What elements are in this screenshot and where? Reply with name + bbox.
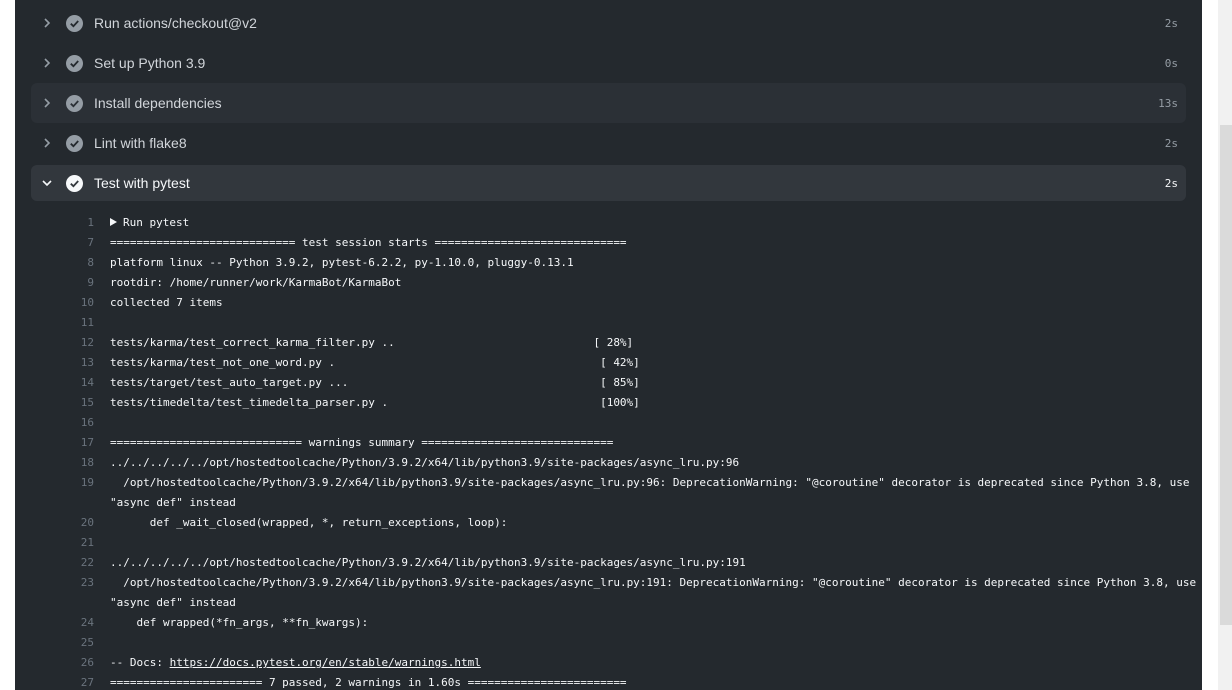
- line-number[interactable]: 10: [30, 293, 94, 313]
- check-circle-icon: [66, 14, 83, 32]
- line-number[interactable]: 16: [30, 413, 94, 433]
- line-number[interactable]: 20: [30, 513, 94, 533]
- log-line: 21: [30, 533, 1202, 553]
- step-install-dependencies[interactable]: Install dependencies 13s: [31, 83, 1186, 123]
- log-line-docs: 26 -- Docs: https://docs.pytest.org/en/s…: [30, 653, 1202, 673]
- log-text: tests/target/test_auto_target.py ... [ 8…: [110, 376, 640, 389]
- check-circle-icon: [66, 174, 83, 192]
- line-number[interactable]: 13: [30, 353, 94, 373]
- chevron-right-icon: [39, 15, 55, 31]
- check-circle-icon: [66, 54, 83, 72]
- log-text: ============================ test sessio…: [110, 236, 627, 249]
- log-line: 7 ============================ test sessi…: [30, 233, 1202, 253]
- log-text: def _wait_closed(wrapped, *, return_exce…: [110, 516, 508, 529]
- line-number[interactable]: 7: [30, 233, 94, 253]
- line-number[interactable]: 24: [30, 613, 94, 633]
- step-label: Set up Python 3.9: [94, 55, 206, 71]
- log-line: 20 def _wait_closed(wrapped, *, return_e…: [30, 513, 1202, 533]
- log-text: collected 7 items: [110, 296, 223, 309]
- chevron-right-icon: [39, 135, 55, 151]
- line-number[interactable]: 21: [30, 533, 94, 553]
- log-line: 10 collected 7 items: [30, 293, 1202, 313]
- log-line: 25: [30, 633, 1202, 653]
- log-line: 18 ../../../../../opt/hostedtoolcache/Pyt…: [30, 453, 1202, 473]
- step-lint-flake8[interactable]: Lint with flake8 2s: [31, 123, 1186, 163]
- step-duration: 2s: [1164, 16, 1178, 30]
- log-line-run[interactable]: 1 Run pytest: [30, 213, 1202, 233]
- log-text: tests/timedelta/test_timedelta_parser.py…: [110, 396, 640, 409]
- line-number[interactable]: 14: [30, 373, 94, 393]
- step-label: Install dependencies: [94, 95, 222, 111]
- page-scrollbar-thumb[interactable]: [1220, 125, 1232, 625]
- step-log-output: 1 Run pytest 7 ==========================…: [30, 213, 1202, 690]
- line-number[interactable]: 27: [30, 673, 94, 690]
- line-number[interactable]: 11: [30, 313, 94, 333]
- log-line: 9 rootdir: /home/runner/work/KarmaBot/Kar…: [30, 273, 1202, 293]
- line-number[interactable]: 23: [30, 573, 94, 613]
- line-number[interactable]: 9: [30, 273, 94, 293]
- step-duration: 2s: [1164, 136, 1178, 150]
- line-number[interactable]: 12: [30, 333, 94, 353]
- line-number[interactable]: 22: [30, 553, 94, 573]
- line-number[interactable]: 17: [30, 433, 94, 453]
- log-text: rootdir: /home/runner/work/KarmaBot/Karm…: [110, 276, 402, 289]
- log-line: 22 ../../../../../opt/hostedtoolcache/Pyt…: [30, 553, 1202, 573]
- chevron-down-icon: [39, 175, 55, 191]
- log-lines: 7 ============================ test sessi…: [30, 233, 1202, 653]
- log-line: 11: [30, 313, 1202, 333]
- log-text: /opt/hostedtoolcache/Python/3.9.2/x64/li…: [110, 576, 1197, 609]
- triangle-right-icon[interactable]: [110, 218, 117, 226]
- log-line-summary: 27 ======================= 7 passed, 2 w…: [30, 673, 1202, 690]
- step-run-checkout[interactable]: Run actions/checkout@v2 2s: [31, 3, 1186, 43]
- step-duration: 13s: [1158, 96, 1178, 110]
- log-line: 19 /opt/hostedtoolcache/Python/3.9.2/x64…: [30, 473, 1202, 513]
- step-setup-python[interactable]: Set up Python 3.9 0s: [31, 43, 1186, 83]
- step-duration: 2s: [1164, 176, 1178, 190]
- log-line: 8 platform linux -- Python 3.9.2, pytest-…: [30, 253, 1202, 273]
- log-text: ../../../../../opt/hostedtoolcache/Pytho…: [110, 456, 740, 469]
- line-number[interactable]: 18: [30, 453, 94, 473]
- check-circle-icon: [66, 94, 83, 112]
- step-duration: 0s: [1164, 56, 1178, 70]
- line-number[interactable]: 25: [30, 633, 94, 653]
- docs-link[interactable]: https://docs.pytest.org/en/stable/warnin…: [170, 656, 481, 669]
- log-line: 13 tests/karma/test_not_one_word.py . [ 4…: [30, 353, 1202, 373]
- step-test-pytest[interactable]: Test with pytest 2s: [31, 165, 1186, 201]
- job-log-panel: Run actions/checkout@v2 2s Set up Python…: [15, 0, 1202, 690]
- line-number[interactable]: 15: [30, 393, 94, 413]
- log-text: /opt/hostedtoolcache/Python/3.9.2/x64/li…: [110, 476, 1197, 509]
- chevron-right-icon: [39, 95, 55, 111]
- log-text: Run pytest: [123, 216, 190, 229]
- log-line: 23 /opt/hostedtoolcache/Python/3.9.2/x64…: [30, 573, 1202, 613]
- log-text: -- Docs:: [110, 656, 170, 669]
- line-number[interactable]: 8: [30, 253, 94, 273]
- log-line: 17 ============================= warnings…: [30, 433, 1202, 453]
- log-line: 14 tests/target/test_auto_target.py ... […: [30, 373, 1202, 393]
- step-label: Test with pytest: [94, 175, 190, 191]
- log-line: 12 tests/karma/test_correct_karma_filter.…: [30, 333, 1202, 353]
- check-circle-icon: [66, 134, 83, 152]
- log-text: platform linux -- Python 3.9.2, pytest-6…: [110, 256, 574, 269]
- line-number[interactable]: 1: [30, 213, 94, 233]
- line-number[interactable]: 26: [30, 653, 94, 673]
- step-label: Lint with flake8: [94, 135, 187, 151]
- log-text: ============================= warnings s…: [110, 436, 614, 449]
- log-line: 16: [30, 413, 1202, 433]
- line-number[interactable]: 19: [30, 473, 94, 513]
- log-text: tests/karma/test_correct_karma_filter.py…: [110, 336, 634, 349]
- log-line: 24 def wrapped(*fn_args, **fn_kwargs):: [30, 613, 1202, 633]
- log-text: ======================= 7 passed, 2 warn…: [110, 676, 627, 689]
- step-label: Run actions/checkout@v2: [94, 15, 257, 31]
- log-text: tests/karma/test_not_one_word.py . [ 42%…: [110, 356, 640, 369]
- log-text: def wrapped(*fn_args, **fn_kwargs):: [110, 616, 369, 629]
- job-steps-list: Run actions/checkout@v2 2s Set up Python…: [31, 3, 1186, 201]
- chevron-right-icon: [39, 55, 55, 71]
- log-text: ../../../../../opt/hostedtoolcache/Pytho…: [110, 556, 746, 569]
- log-line: 15 tests/timedelta/test_timedelta_parser.…: [30, 393, 1202, 413]
